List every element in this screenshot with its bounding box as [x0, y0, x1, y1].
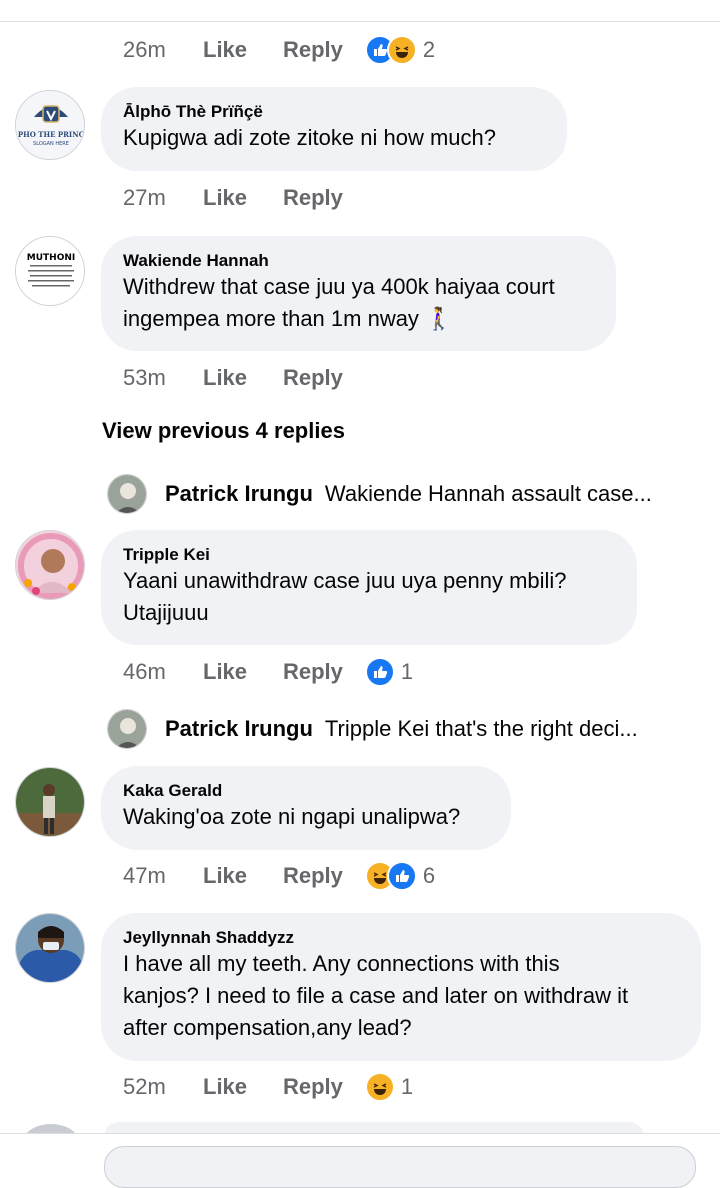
avatar[interactable]: MUTHONI [15, 236, 85, 306]
reply-button[interactable]: Reply [283, 863, 343, 889]
comment-text: I have all my teeth. Any connections wit… [123, 951, 629, 1040]
reaction-count: 1 [400, 659, 414, 684]
comment-bubble[interactable]: Jeyllynnah Shaddyzz I have all my teeth.… [101, 913, 701, 1061]
comment-time: 46m [123, 659, 166, 684]
comment-input[interactable] [104, 1146, 696, 1188]
comment-meta-0: 26m Like Reply 2 [123, 33, 435, 67]
reply-text: Tripple Kei that's the right deci... [324, 716, 638, 741]
comment-bubble[interactable]: Kaka Gerald Waking'oa zote ni ngapi unal… [101, 766, 511, 850]
reply-button[interactable]: Reply [283, 365, 343, 391]
reaction-count: 2 [422, 37, 436, 62]
avatar[interactable] [107, 709, 147, 749]
reaction-count: 1 [400, 1074, 414, 1099]
comment-time: 52m [123, 1074, 166, 1099]
comment-meta: 53m Like Reply [123, 361, 365, 395]
reply-preview[interactable]: Patrick Irungu Tripple Kei that's the ri… [107, 707, 707, 751]
comment-composer-bar [0, 1133, 720, 1188]
reply-preview[interactable]: Patrick Irungu Wakiende Hannah assault c… [107, 472, 707, 516]
like-reaction-icon [364, 657, 395, 687]
reply-button[interactable]: Reply [283, 1074, 343, 1100]
like-button[interactable]: Like [203, 185, 283, 211]
comment-meta: 27m Like Reply [123, 181, 365, 215]
comment-author[interactable]: Wakiende Hannah [123, 251, 594, 271]
reply-button[interactable]: Reply [283, 185, 343, 211]
reaction-summary[interactable]: 6 [364, 861, 436, 891]
reaction-summary[interactable]: 1 [364, 657, 414, 687]
comment-bubble[interactable]: Ālphō Thè Prïñçë Kupigwa adi zote zitoke… [101, 87, 567, 171]
reply-button[interactable]: Reply [283, 659, 343, 685]
comment-bubble[interactable]: Tripple Kei Yaani unawithdraw case juu u… [101, 530, 637, 645]
view-previous-replies-link[interactable]: View previous 4 replies [102, 418, 345, 444]
comment-author[interactable]: Kaka Gerald [123, 781, 489, 801]
like-button[interactable]: Like [203, 37, 283, 63]
like-button[interactable]: Like [203, 863, 283, 889]
top-divider [0, 21, 720, 22]
comment-text: Kupigwa adi zote zitoke ni how much? [123, 125, 496, 150]
like-button[interactable]: Like [203, 365, 283, 391]
comment-time: 27m [123, 185, 166, 210]
avatar[interactable]: PHO THE PRINC SLOGAN HERE [15, 90, 85, 160]
comment-time: 47m [123, 863, 166, 888]
like-button[interactable]: Like [203, 659, 283, 685]
reaction-summary[interactable]: 1 [364, 1072, 414, 1102]
comment-meta: 46m Like Reply 1 [123, 655, 413, 689]
comment-time: 26m [123, 37, 166, 62]
svg-text:MUTHONI: MUTHONI [27, 253, 75, 263]
reaction-count: 6 [422, 863, 436, 888]
comment-time: 53m [123, 365, 166, 390]
comment-bubble[interactable]: Wakiende Hannah Withdrew that case juu y… [101, 236, 616, 351]
like-reaction-icon [386, 861, 417, 891]
comment-text: Waking'oa zote ni ngapi unalipwa? [123, 804, 461, 829]
comment-author[interactable]: Ālphō Thè Prïñçë [123, 102, 545, 122]
comment-author[interactable]: Jeyllynnah Shaddyzz [123, 928, 679, 948]
svg-text:SLOGAN HERE: SLOGAN HERE [33, 141, 69, 147]
reply-author[interactable]: Patrick Irungu [165, 481, 313, 507]
comment-meta: 52m Like Reply 1 [123, 1070, 413, 1104]
reply-author[interactable]: Patrick Irungu [165, 716, 313, 742]
comment-text: Withdrew that case juu ya 400k haiyaa co… [123, 274, 555, 331]
comment-text: Yaani unawithdraw case juu uya penny mbi… [123, 568, 567, 625]
avatar[interactable] [15, 913, 85, 983]
comment-author[interactable]: Tripple Kei [123, 545, 615, 565]
svg-text:PHO THE PRINC: PHO THE PRINC [18, 130, 85, 139]
reply-text: Wakiende Hannah assault case... [324, 481, 652, 506]
haha-reaction-icon [386, 35, 417, 65]
avatar[interactable] [15, 767, 85, 837]
reaction-summary[interactable]: 2 [364, 35, 436, 65]
avatar[interactable] [15, 530, 85, 600]
like-button[interactable]: Like [203, 1074, 283, 1100]
reply-button[interactable]: Reply [283, 37, 343, 63]
haha-reaction-icon [364, 1072, 395, 1102]
comment-meta: 47m Like Reply 6 [123, 859, 435, 893]
avatar[interactable] [107, 474, 147, 514]
